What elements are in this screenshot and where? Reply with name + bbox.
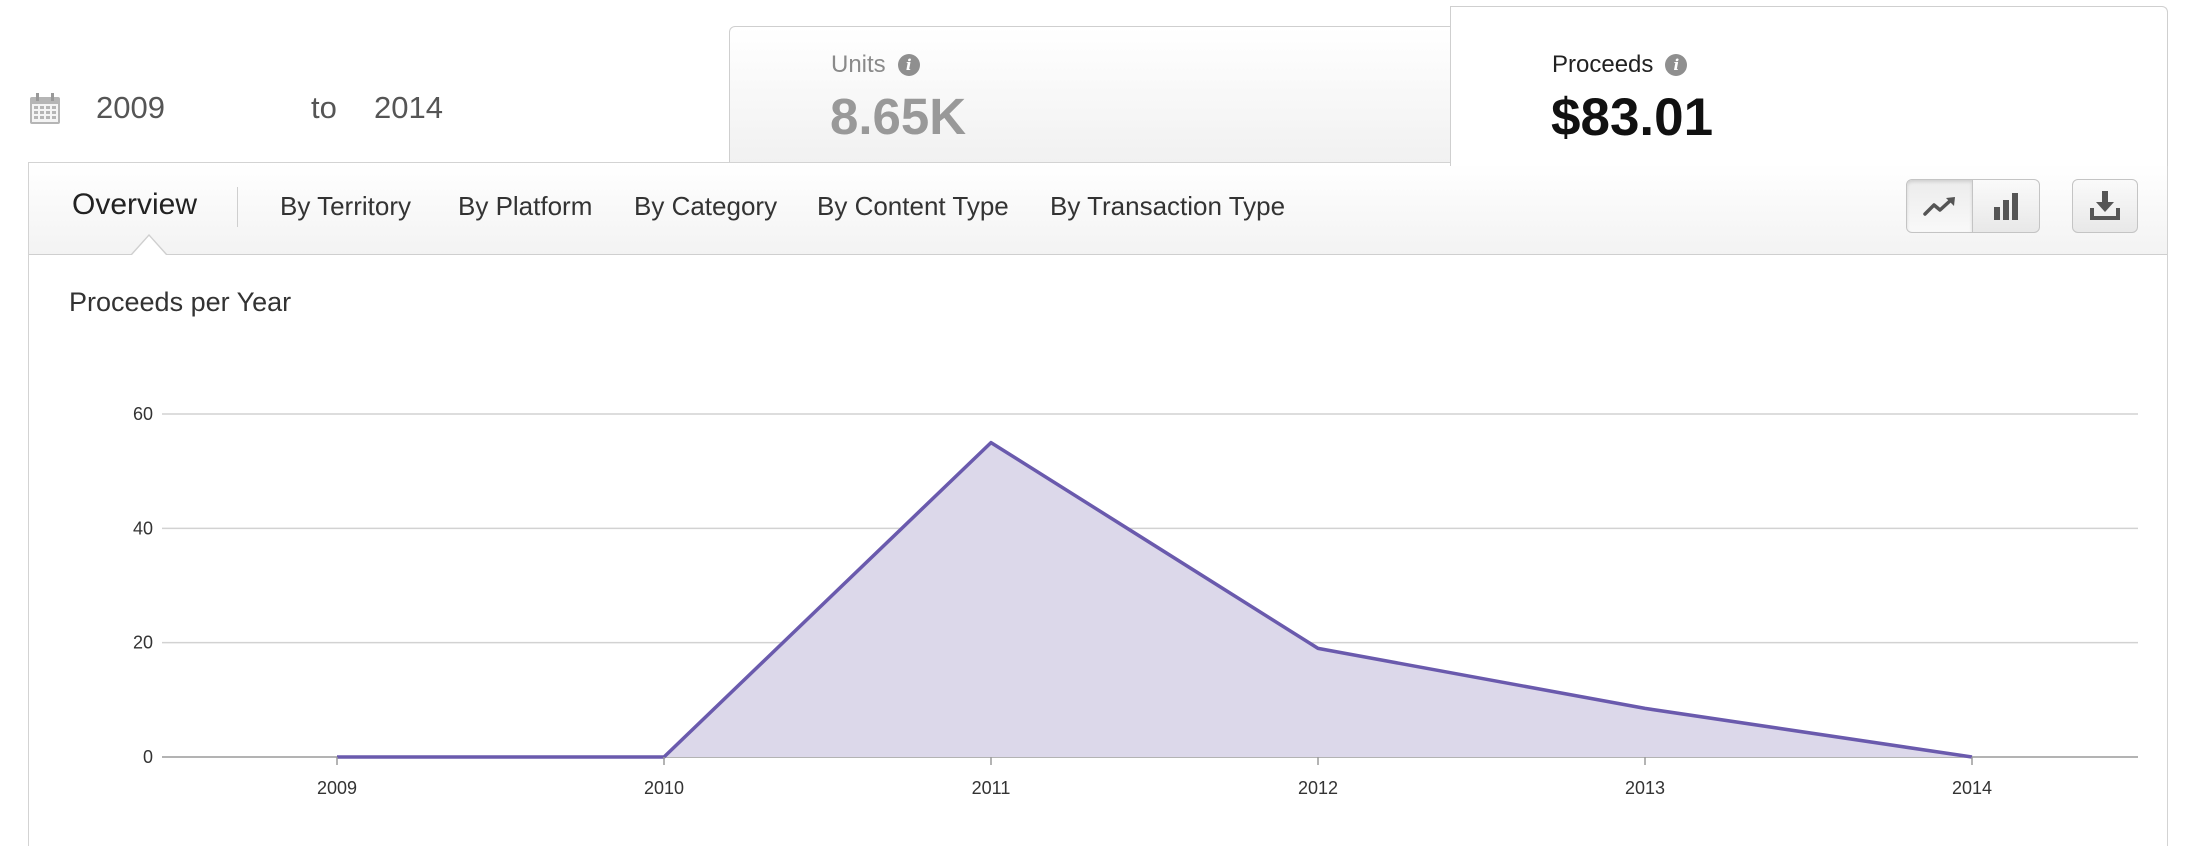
date-range[interactable]: 2009 to 2014 (28, 86, 443, 132)
report-panel: Overview By Territory By Platform By Cat… (28, 162, 2168, 846)
date-to-field[interactable]: 2014 (374, 90, 514, 126)
y-tick-label: 20 (133, 633, 153, 653)
app-root: 2009 to 2014 Units i 8.65K Proceeds i $8… (0, 0, 2196, 846)
x-tick-label: 2014 (1952, 778, 1992, 798)
metric-tab-units[interactable]: Units i 8.65K (729, 26, 1452, 163)
date-separator-label: to (311, 90, 337, 125)
metric-value-proceeds: $83.01 (1551, 88, 1714, 147)
y-tick-label: 40 (133, 518, 153, 538)
metric-label-proceeds: Proceeds (1552, 51, 1654, 78)
metric-label-units: Units (831, 51, 886, 78)
x-tick-label: 2010 (644, 778, 684, 798)
metric-tab-proceeds[interactable]: Proceeds i $83.01 (1450, 6, 2168, 166)
x-tick-label: 2011 (972, 778, 1011, 798)
series-area (337, 442, 1972, 757)
calendar-icon[interactable] (28, 92, 62, 126)
metric-label-proceeds-row: Proceeds i (1552, 51, 1688, 79)
metric-value-units: 8.65K (830, 88, 967, 145)
y-tick-label: 60 (133, 404, 153, 424)
info-icon[interactable]: i (897, 54, 920, 76)
proceeds-chart: 0 20 40 60 2009 2010 2011 2012 2013 2014 (133, 404, 2138, 798)
metric-label-units-row: Units i (831, 51, 920, 79)
date-from-field[interactable]: 2009 (96, 90, 236, 126)
x-tick-label: 2012 (1298, 778, 1338, 798)
x-tick-label: 2009 (317, 778, 357, 798)
y-tick-label: 0 (143, 747, 153, 767)
x-tick-label: 2013 (1625, 778, 1665, 798)
info-icon[interactable]: i (1665, 54, 1688, 76)
